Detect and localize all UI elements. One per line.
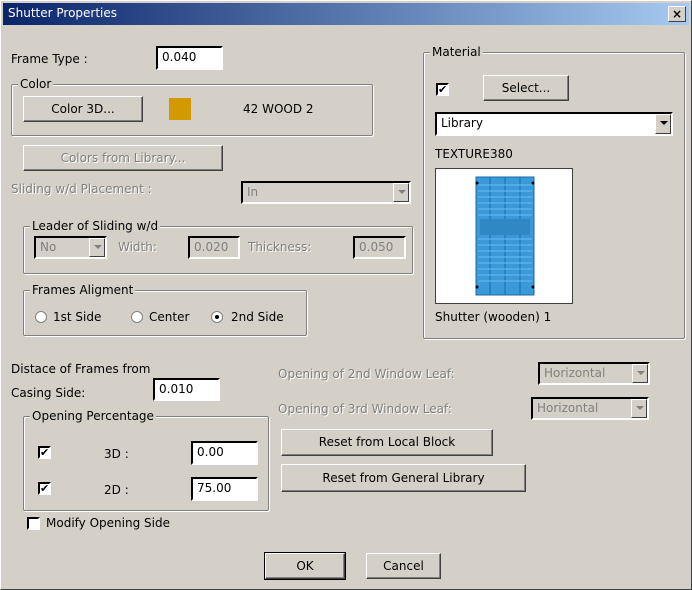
opening-percentage-legend: Opening Percentage bbox=[30, 409, 156, 423]
material-legend: Material bbox=[430, 45, 483, 59]
modify-opening-side-label: Modify Opening Side bbox=[46, 516, 170, 530]
sliding-placement-select[interactable]: In bbox=[241, 181, 411, 204]
color-swatch bbox=[169, 98, 191, 120]
material-checkbox[interactable]: ✔ bbox=[436, 83, 449, 96]
opening-3d-checkbox[interactable]: ✔ bbox=[38, 446, 51, 459]
leaf2-value: Horizontal bbox=[544, 366, 606, 380]
reset-general-library-button[interactable]: Reset from General Library bbox=[281, 464, 526, 492]
radio-1st-side-label: 1st Side bbox=[53, 310, 102, 324]
leaf2-label: Opening of 2nd Window Leaf: bbox=[278, 367, 455, 381]
leader-select-value: No bbox=[40, 240, 57, 254]
chevron-down-icon bbox=[632, 364, 648, 383]
leaf3-label: Opening of 3rd Window Leaf: bbox=[278, 402, 452, 416]
ok-button[interactable]: OK bbox=[264, 552, 346, 580]
chevron-down-icon bbox=[393, 183, 409, 202]
leader-width-label: Width: bbox=[118, 240, 157, 254]
sliding-placement-value: In bbox=[247, 185, 259, 199]
frame-type-label: Frame Type : bbox=[11, 52, 88, 66]
radio-2nd-side-label: 2nd Side bbox=[231, 310, 284, 324]
modify-opening-side-checkbox[interactable] bbox=[27, 517, 40, 530]
radio-center-label: Center bbox=[149, 310, 190, 324]
leader-thickness-field[interactable]: 0.050 bbox=[353, 236, 406, 259]
material-select-button[interactable]: Select... bbox=[483, 75, 569, 101]
opening-2d-label: 2D : bbox=[104, 483, 129, 497]
distance-field[interactable]: 0.010 bbox=[153, 378, 220, 401]
material-preview bbox=[435, 168, 573, 304]
distance-label-1: Distace of Frames from bbox=[11, 362, 151, 376]
shutter-image bbox=[475, 176, 535, 296]
leaf3-value: Horizontal bbox=[537, 401, 599, 415]
leader-legend: Leader of Sliding w/d bbox=[30, 219, 161, 233]
colors-from-library-button[interactable]: Colors from Library... bbox=[23, 145, 223, 171]
leader-select[interactable]: No bbox=[34, 236, 107, 259]
chevron-down-icon bbox=[89, 238, 105, 257]
title-bar[interactable]: Shutter Properties × bbox=[3, 3, 689, 25]
opening-2d-field[interactable]: 75.00 bbox=[191, 477, 258, 501]
leaf3-select[interactable]: Horizontal bbox=[531, 397, 649, 420]
frames-alignment-legend: Frames Aligment bbox=[30, 283, 136, 297]
radio-2nd-side[interactable] bbox=[211, 311, 223, 323]
leader-thickness-label: Thickness: bbox=[248, 240, 312, 254]
cancel-button[interactable]: Cancel bbox=[366, 553, 441, 579]
material-library-value: Library bbox=[441, 116, 483, 130]
shutter-properties-dialog: Shutter Properties × Frame Type : 0.040 … bbox=[0, 0, 692, 590]
sliding-placement-label: Sliding w/d Placement : bbox=[11, 182, 152, 196]
radio-1st-side[interactable] bbox=[35, 311, 47, 323]
opening-2d-checkbox[interactable]: ✔ bbox=[38, 482, 51, 495]
leader-width-field[interactable]: 0.020 bbox=[188, 236, 240, 259]
opening-3d-label: 3D : bbox=[104, 447, 129, 461]
leaf2-select[interactable]: Horizontal bbox=[538, 362, 650, 385]
opening-3d-field[interactable]: 0.00 bbox=[191, 441, 258, 465]
window-title: Shutter Properties bbox=[8, 6, 118, 20]
color-3d-button[interactable]: Color 3D... bbox=[23, 96, 143, 122]
chevron-down-icon bbox=[655, 114, 671, 134]
color-legend: Color bbox=[18, 77, 54, 91]
radio-center[interactable] bbox=[131, 311, 143, 323]
color-name: 42 WOOD 2 bbox=[243, 102, 314, 116]
material-caption: Shutter (wooden) 1 bbox=[435, 310, 552, 324]
texture-name: TEXTURE380 bbox=[435, 147, 513, 161]
material-library-select[interactable]: Library bbox=[435, 112, 673, 136]
chevron-down-icon bbox=[631, 399, 647, 418]
reset-local-block-button[interactable]: Reset from Local Block bbox=[281, 429, 493, 456]
frame-type-field[interactable]: 0.040 bbox=[156, 46, 223, 70]
close-button[interactable]: × bbox=[668, 6, 686, 22]
distance-label-2: Casing Side: bbox=[11, 386, 86, 400]
